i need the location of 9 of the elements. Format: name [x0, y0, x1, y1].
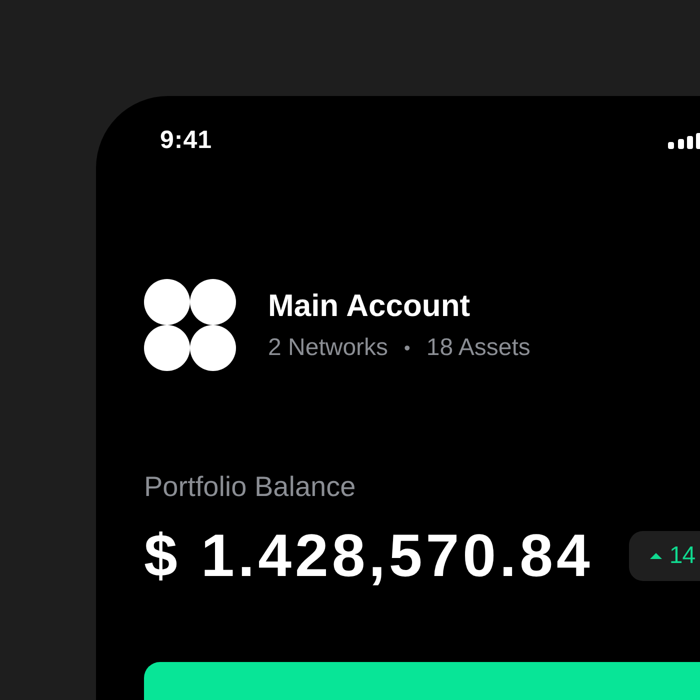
balance-label: Portfolio Balance — [144, 471, 356, 503]
account-name: Main Account — [268, 288, 472, 324]
separator-dot: • — [404, 338, 410, 358]
status-time: 9:41 — [160, 126, 212, 155]
logo-icon — [144, 279, 236, 371]
asset-count: 18 Assets — [426, 334, 530, 362]
balance-amount: $ 1.428,570.84 — [144, 521, 594, 590]
change-percent: 14 — [669, 542, 696, 570]
network-count: 2 Networks — [268, 334, 388, 362]
